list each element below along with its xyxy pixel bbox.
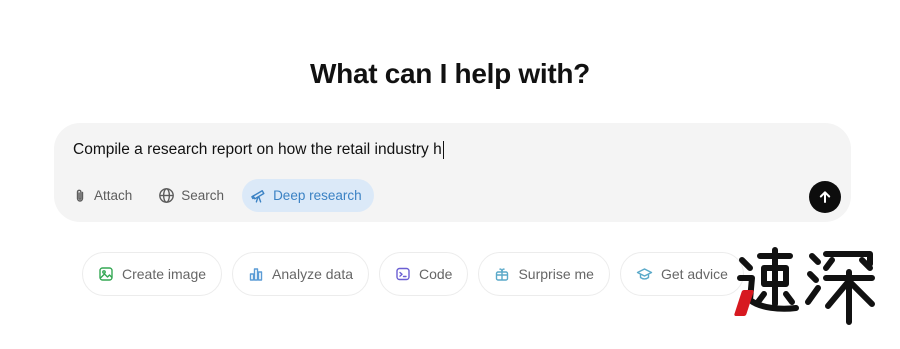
surprise-me-chip[interactable]: Surprise me [478, 252, 610, 296]
suggestion-chips: Create image Analyze data Code Surprise … [82, 252, 744, 296]
terminal-icon [396, 267, 410, 281]
bar-chart-icon [249, 268, 263, 281]
composer-tools: Attach Search Deep research [64, 179, 374, 212]
text-caret [442, 141, 445, 159]
get-advice-label: Get advice [660, 266, 728, 282]
prompt-text: Compile a research report on how the ret… [73, 141, 442, 158]
deep-research-label: Deep research [273, 188, 362, 203]
code-chip[interactable]: Code [379, 252, 469, 296]
prompt-composer[interactable]: Compile a research report on how the ret… [54, 123, 851, 222]
get-advice-chip[interactable]: Get advice [619, 252, 744, 296]
watermark-glyphs [737, 247, 875, 325]
analyze-data-chip[interactable]: Analyze data [232, 252, 369, 296]
watermark-logo [733, 246, 879, 328]
surprise-me-label: Surprise me [518, 266, 594, 282]
prompt-input[interactable]: Compile a research report on how the ret… [73, 139, 445, 161]
globe-icon [159, 188, 175, 203]
attach-button[interactable]: Attach [64, 179, 144, 212]
gift-icon [496, 268, 509, 281]
attach-label: Attach [94, 188, 133, 203]
page-title: What can I help with? [310, 58, 590, 89]
analyze-data-label: Analyze data [272, 266, 353, 282]
create-image-chip[interactable]: Create image [82, 252, 223, 296]
code-label: Code [419, 266, 453, 282]
send-button[interactable] [809, 181, 841, 213]
arrow-up-icon [819, 191, 831, 203]
paperclip-icon [76, 189, 84, 202]
graduation-cap-icon [636, 268, 653, 280]
telescope-icon [251, 190, 265, 203]
image-icon [99, 267, 113, 281]
search-label: Search [181, 188, 225, 203]
search-button[interactable]: Search [150, 179, 236, 212]
create-image-label: Create image [122, 266, 207, 282]
deep-research-button[interactable]: Deep research [242, 179, 374, 212]
